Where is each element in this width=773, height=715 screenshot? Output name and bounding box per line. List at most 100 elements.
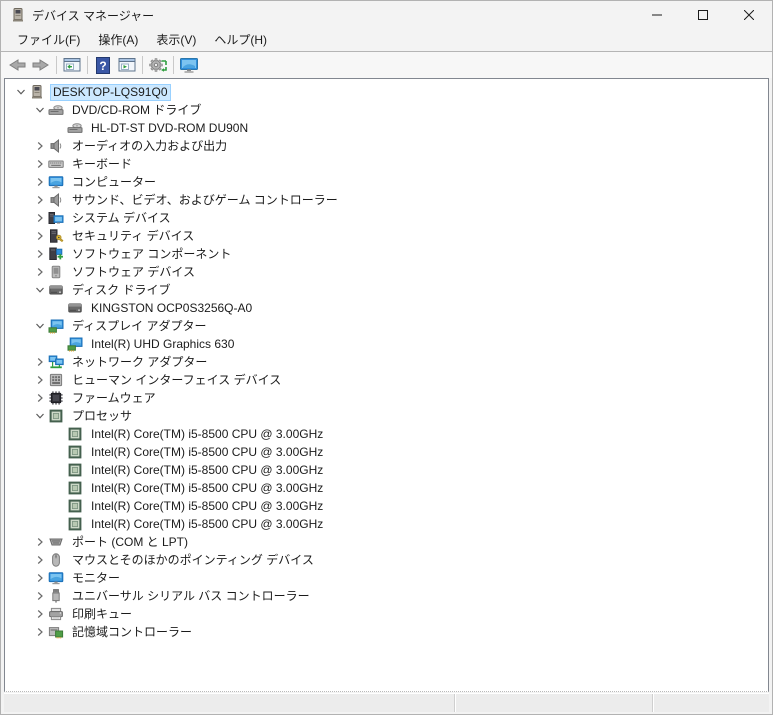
tree-item-label[interactable]: ディスク ドライブ <box>69 283 174 298</box>
tree-item-label[interactable]: マウスとそのほかのポインティング デバイス <box>69 553 317 568</box>
chevron-right-icon[interactable] <box>32 606 47 622</box>
tree-row[interactable]: ネットワーク アダプター <box>5 353 768 371</box>
tree-row[interactable]: ディスク ドライブ <box>5 281 768 299</box>
tree-item-label[interactable]: セキュリティ デバイス <box>69 229 197 244</box>
console-tree-button[interactable] <box>60 54 84 76</box>
forward-button[interactable] <box>29 54 53 76</box>
action-pane-button[interactable] <box>115 54 139 76</box>
tree-item-label[interactable]: Intel(R) Core(TM) i5-8500 CPU @ 3.00GHz <box>88 463 326 478</box>
chevron-down-icon[interactable] <box>32 408 47 424</box>
tree-item-label[interactable]: ソフトウェア コンポーネント <box>69 247 234 262</box>
tree-row[interactable]: サウンド、ビデオ、およびゲーム コントローラー <box>5 191 768 209</box>
tree-item-label[interactable]: DESKTOP-LQS91Q0 <box>50 83 171 101</box>
chevron-right-icon[interactable] <box>32 228 47 244</box>
chevron-right-icon[interactable] <box>32 588 47 604</box>
tree-item-label[interactable]: Intel(R) Core(TM) i5-8500 CPU @ 3.00GHz <box>88 499 326 514</box>
tree-row[interactable]: 記憶域コントローラー <box>5 623 768 641</box>
tree-item-label[interactable]: Intel(R) Core(TM) i5-8500 CPU @ 3.00GHz <box>88 481 326 496</box>
chevron-right-icon[interactable] <box>32 138 47 154</box>
tree-row[interactable]: Intel(R) UHD Graphics 630 <box>5 335 768 353</box>
maximize-button[interactable] <box>680 1 726 29</box>
tree-item-label[interactable]: システム デバイス <box>69 211 174 226</box>
tree-row[interactable]: KINGSTON OCP0S3256Q-A0 <box>5 299 768 317</box>
tree-row[interactable]: 印刷キュー <box>5 605 768 623</box>
tree-row[interactable]: Intel(R) Core(TM) i5-8500 CPU @ 3.00GHz <box>5 443 768 461</box>
tree-row[interactable]: キーボード <box>5 155 768 173</box>
chevron-down-icon[interactable] <box>32 318 47 334</box>
tree-row[interactable]: ソフトウェア コンポーネント <box>5 245 768 263</box>
help-button[interactable]: ? <box>91 54 115 76</box>
tree-item-label[interactable]: ユニバーサル シリアル バス コントローラー <box>69 589 313 604</box>
tree-item-label[interactable]: サウンド、ビデオ、およびゲーム コントローラー <box>69 193 341 208</box>
tree-item-label[interactable]: モニター <box>69 571 123 586</box>
chevron-right-icon[interactable] <box>32 624 47 640</box>
menu-help[interactable]: ヘルプ(H) <box>205 30 276 50</box>
chevron-down-icon[interactable] <box>32 102 47 118</box>
back-button[interactable] <box>5 54 29 76</box>
chevron-down-icon[interactable] <box>13 84 28 100</box>
chevron-down-icon[interactable] <box>32 282 47 298</box>
tree-row[interactable]: DVD/CD-ROM ドライブ <box>5 101 768 119</box>
tree-row[interactable]: Intel(R) Core(TM) i5-8500 CPU @ 3.00GHz <box>5 479 768 497</box>
tree-item-label[interactable]: ソフトウェア デバイス <box>69 265 198 280</box>
tree-item-label[interactable]: Intel(R) Core(TM) i5-8500 CPU @ 3.00GHz <box>88 517 326 532</box>
tree-item-label[interactable]: DVD/CD-ROM ドライブ <box>69 103 204 118</box>
tree-row[interactable]: DESKTOP-LQS91Q0 <box>5 83 768 101</box>
tree-row[interactable]: Intel(R) Core(TM) i5-8500 CPU @ 3.00GHz <box>5 461 768 479</box>
chevron-right-icon[interactable] <box>32 534 47 550</box>
tree-row[interactable]: Intel(R) Core(TM) i5-8500 CPU @ 3.00GHz <box>5 497 768 515</box>
chevron-right-icon[interactable] <box>32 246 47 262</box>
chevron-right-icon[interactable] <box>32 570 47 586</box>
tree-item-label[interactable]: キーボード <box>69 157 135 172</box>
tree-item-label[interactable]: ディスプレイ アダプター <box>69 319 210 334</box>
menu-action[interactable]: 操作(A) <box>89 30 147 50</box>
tree-item-label[interactable]: Intel(R) UHD Graphics 630 <box>88 337 237 352</box>
tree-item-label[interactable]: Intel(R) Core(TM) i5-8500 CPU @ 3.00GHz <box>88 445 326 460</box>
chevron-right-icon[interactable] <box>32 264 47 280</box>
tree-row[interactable]: システム デバイス <box>5 209 768 227</box>
tree-row[interactable]: Intel(R) Core(TM) i5-8500 CPU @ 3.00GHz <box>5 425 768 443</box>
tree-row[interactable]: ユニバーサル シリアル バス コントローラー <box>5 587 768 605</box>
tree-row[interactable]: Intel(R) Core(TM) i5-8500 CPU @ 3.00GHz <box>5 515 768 533</box>
chevron-right-icon[interactable] <box>32 354 47 370</box>
tree-item-label[interactable]: ファームウェア <box>69 391 159 406</box>
tree-row[interactable]: モニター <box>5 569 768 587</box>
chevron-right-icon[interactable] <box>32 372 47 388</box>
close-button[interactable] <box>726 1 772 29</box>
chevron-right-icon[interactable] <box>32 192 47 208</box>
tree-row[interactable]: ソフトウェア デバイス <box>5 263 768 281</box>
menu-file[interactable]: ファイル(F) <box>8 30 89 50</box>
tree-item-label[interactable]: ポート (COM と LPT) <box>69 535 191 550</box>
tree-item-label[interactable]: 記憶域コントローラー <box>69 625 195 640</box>
device-view-button[interactable] <box>177 54 201 76</box>
tree-item-label[interactable]: プロセッサ <box>69 409 135 424</box>
chevron-right-icon[interactable] <box>32 552 47 568</box>
chevron-right-icon[interactable] <box>32 156 47 172</box>
tree-row[interactable]: オーディオの入力および出力 <box>5 137 768 155</box>
tree-row[interactable]: HL-DT-ST DVD-ROM DU90N <box>5 119 768 137</box>
tree-row[interactable]: マウスとそのほかのポインティング デバイス <box>5 551 768 569</box>
chevron-right-icon[interactable] <box>32 210 47 226</box>
tree-item-label[interactable]: ネットワーク アダプター <box>69 355 210 370</box>
tree-row[interactable]: コンピューター <box>5 173 768 191</box>
tree-item-label[interactable]: オーディオの入力および出力 <box>69 139 230 154</box>
processor-icon <box>67 480 83 496</box>
menu-view[interactable]: 表示(V) <box>147 30 205 50</box>
tree-item-label[interactable]: ヒューマン インターフェイス デバイス <box>69 373 284 388</box>
scan-hardware-button[interactable] <box>146 54 170 76</box>
tree-row[interactable]: ファームウェア <box>5 389 768 407</box>
tree-item-label[interactable]: HL-DT-ST DVD-ROM DU90N <box>88 121 251 136</box>
tree-row[interactable]: ディスプレイ アダプター <box>5 317 768 335</box>
tree-row[interactable]: セキュリティ デバイス <box>5 227 768 245</box>
tree-item-label[interactable]: KINGSTON OCP0S3256Q-A0 <box>88 301 255 316</box>
chevron-right-icon[interactable] <box>32 174 47 190</box>
tree-row[interactable]: ポート (COM と LPT) <box>5 533 768 551</box>
tree-item-label[interactable]: コンピューター <box>69 175 159 190</box>
tree-item-label[interactable]: Intel(R) Core(TM) i5-8500 CPU @ 3.00GHz <box>88 427 326 442</box>
system-device-icon <box>48 210 64 226</box>
minimize-button[interactable] <box>634 1 680 29</box>
tree-item-label[interactable]: 印刷キュー <box>69 607 135 622</box>
tree-row[interactable]: プロセッサ <box>5 407 768 425</box>
tree-row[interactable]: ヒューマン インターフェイス デバイス <box>5 371 768 389</box>
chevron-right-icon[interactable] <box>32 390 47 406</box>
